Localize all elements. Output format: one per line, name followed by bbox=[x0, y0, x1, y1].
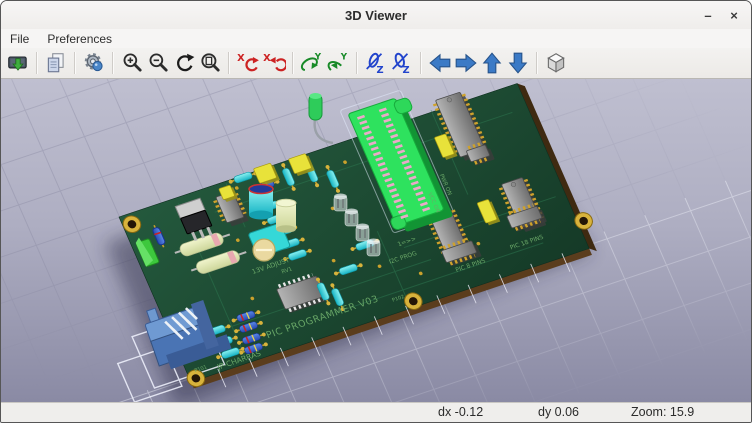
zoom-out-icon bbox=[146, 51, 170, 75]
rotate-y-cw-button[interactable]: Y bbox=[299, 50, 325, 76]
toolbar-separator bbox=[356, 52, 358, 74]
capacitor-cream-upright bbox=[276, 199, 296, 233]
move-right-button[interactable] bbox=[453, 50, 479, 76]
window-title: 3D Viewer bbox=[345, 8, 407, 23]
capacitor-cyan-large bbox=[249, 185, 273, 220]
zoom-in-icon bbox=[120, 51, 144, 75]
title-bar[interactable]: 3D Viewer – × bbox=[1, 1, 751, 30]
rotate-z-ccw-icon: Z bbox=[390, 51, 414, 75]
led-transparent bbox=[356, 224, 369, 242]
svg-text:X: X bbox=[237, 53, 245, 64]
svg-text:X: X bbox=[263, 53, 271, 64]
toolbar-separator bbox=[228, 52, 230, 74]
redraw-icon bbox=[172, 51, 196, 75]
menu-preferences[interactable]: Preferences bbox=[38, 29, 121, 48]
menu-bar: File Preferences bbox=[1, 29, 751, 49]
rotate-z-cw-button[interactable]: Z bbox=[363, 50, 389, 76]
arrow-left-icon bbox=[428, 51, 452, 75]
move-up-button[interactable] bbox=[479, 50, 505, 76]
svg-text:Y: Y bbox=[340, 53, 348, 63]
rotate-y-ccw-icon: Y bbox=[326, 51, 350, 75]
arrow-up-icon bbox=[480, 51, 504, 75]
rotate-x-cw-icon: X bbox=[236, 51, 260, 75]
zoom-out-button[interactable] bbox=[145, 50, 171, 76]
reload-board-icon bbox=[6, 51, 30, 75]
rotate-x-cw-button[interactable]: X bbox=[235, 50, 261, 76]
toolbar: X X Y Y bbox=[1, 48, 751, 79]
zoom-fit-icon bbox=[198, 51, 222, 75]
close-button[interactable]: × bbox=[721, 1, 747, 29]
status-bar: dx -0.12 dy 0.06 Zoom: 15.9 bbox=[1, 402, 751, 423]
svg-text:Z: Z bbox=[377, 65, 384, 75]
led-transparent bbox=[334, 194, 347, 212]
toolbar-separator bbox=[112, 52, 114, 74]
render-options-button[interactable] bbox=[81, 50, 107, 76]
toolbar-separator bbox=[536, 52, 538, 74]
redraw-button[interactable] bbox=[171, 50, 197, 76]
move-down-button[interactable] bbox=[505, 50, 531, 76]
status-zoom: Zoom: 15.9 bbox=[631, 405, 694, 419]
led-transparent bbox=[345, 209, 358, 227]
zoom-in-button[interactable] bbox=[119, 50, 145, 76]
3d-viewer-window: 3D Viewer – × File Preferences bbox=[0, 0, 752, 423]
svg-text:Z: Z bbox=[403, 65, 410, 75]
status-dy: dy 0.06 bbox=[538, 405, 579, 419]
arrow-right-icon bbox=[454, 51, 478, 75]
ortho-cube-icon bbox=[544, 51, 568, 75]
toolbar-separator bbox=[36, 52, 38, 74]
rotate-y-ccw-button[interactable]: Y bbox=[325, 50, 351, 76]
toolbar-separator bbox=[292, 52, 294, 74]
menu-file[interactable]: File bbox=[1, 29, 38, 48]
toolbar-separator bbox=[74, 52, 76, 74]
status-dx: dx -0.12 bbox=[438, 405, 483, 419]
reload-board-button[interactable] bbox=[5, 50, 31, 76]
ortho-view-button[interactable] bbox=[543, 50, 569, 76]
led-transparent bbox=[367, 239, 380, 257]
rotate-z-ccw-button[interactable]: Z bbox=[389, 50, 415, 76]
copy-image-button[interactable] bbox=[43, 50, 69, 76]
rotate-z-cw-icon: Z bbox=[364, 51, 388, 75]
gear-icon bbox=[82, 51, 106, 75]
rotate-y-cw-icon: Y bbox=[300, 51, 324, 75]
copy-icon bbox=[44, 51, 68, 75]
pcb-3d-scene: PIC PROGRAMMER V03 JP-CHARRAS 13V ADJUST… bbox=[1, 79, 751, 402]
rotate-x-ccw-button[interactable]: X bbox=[261, 50, 287, 76]
arrow-down-icon bbox=[506, 51, 530, 75]
minimize-button[interactable]: – bbox=[695, 1, 721, 29]
3d-viewport[interactable]: PIC PROGRAMMER V03 JP-CHARRAS 13V ADJUST… bbox=[1, 79, 751, 402]
rotate-x-ccw-icon: X bbox=[262, 51, 286, 75]
move-left-button[interactable] bbox=[427, 50, 453, 76]
zoom-fit-button[interactable] bbox=[197, 50, 223, 76]
trimmer-knob bbox=[253, 239, 275, 261]
toolbar-separator bbox=[420, 52, 422, 74]
